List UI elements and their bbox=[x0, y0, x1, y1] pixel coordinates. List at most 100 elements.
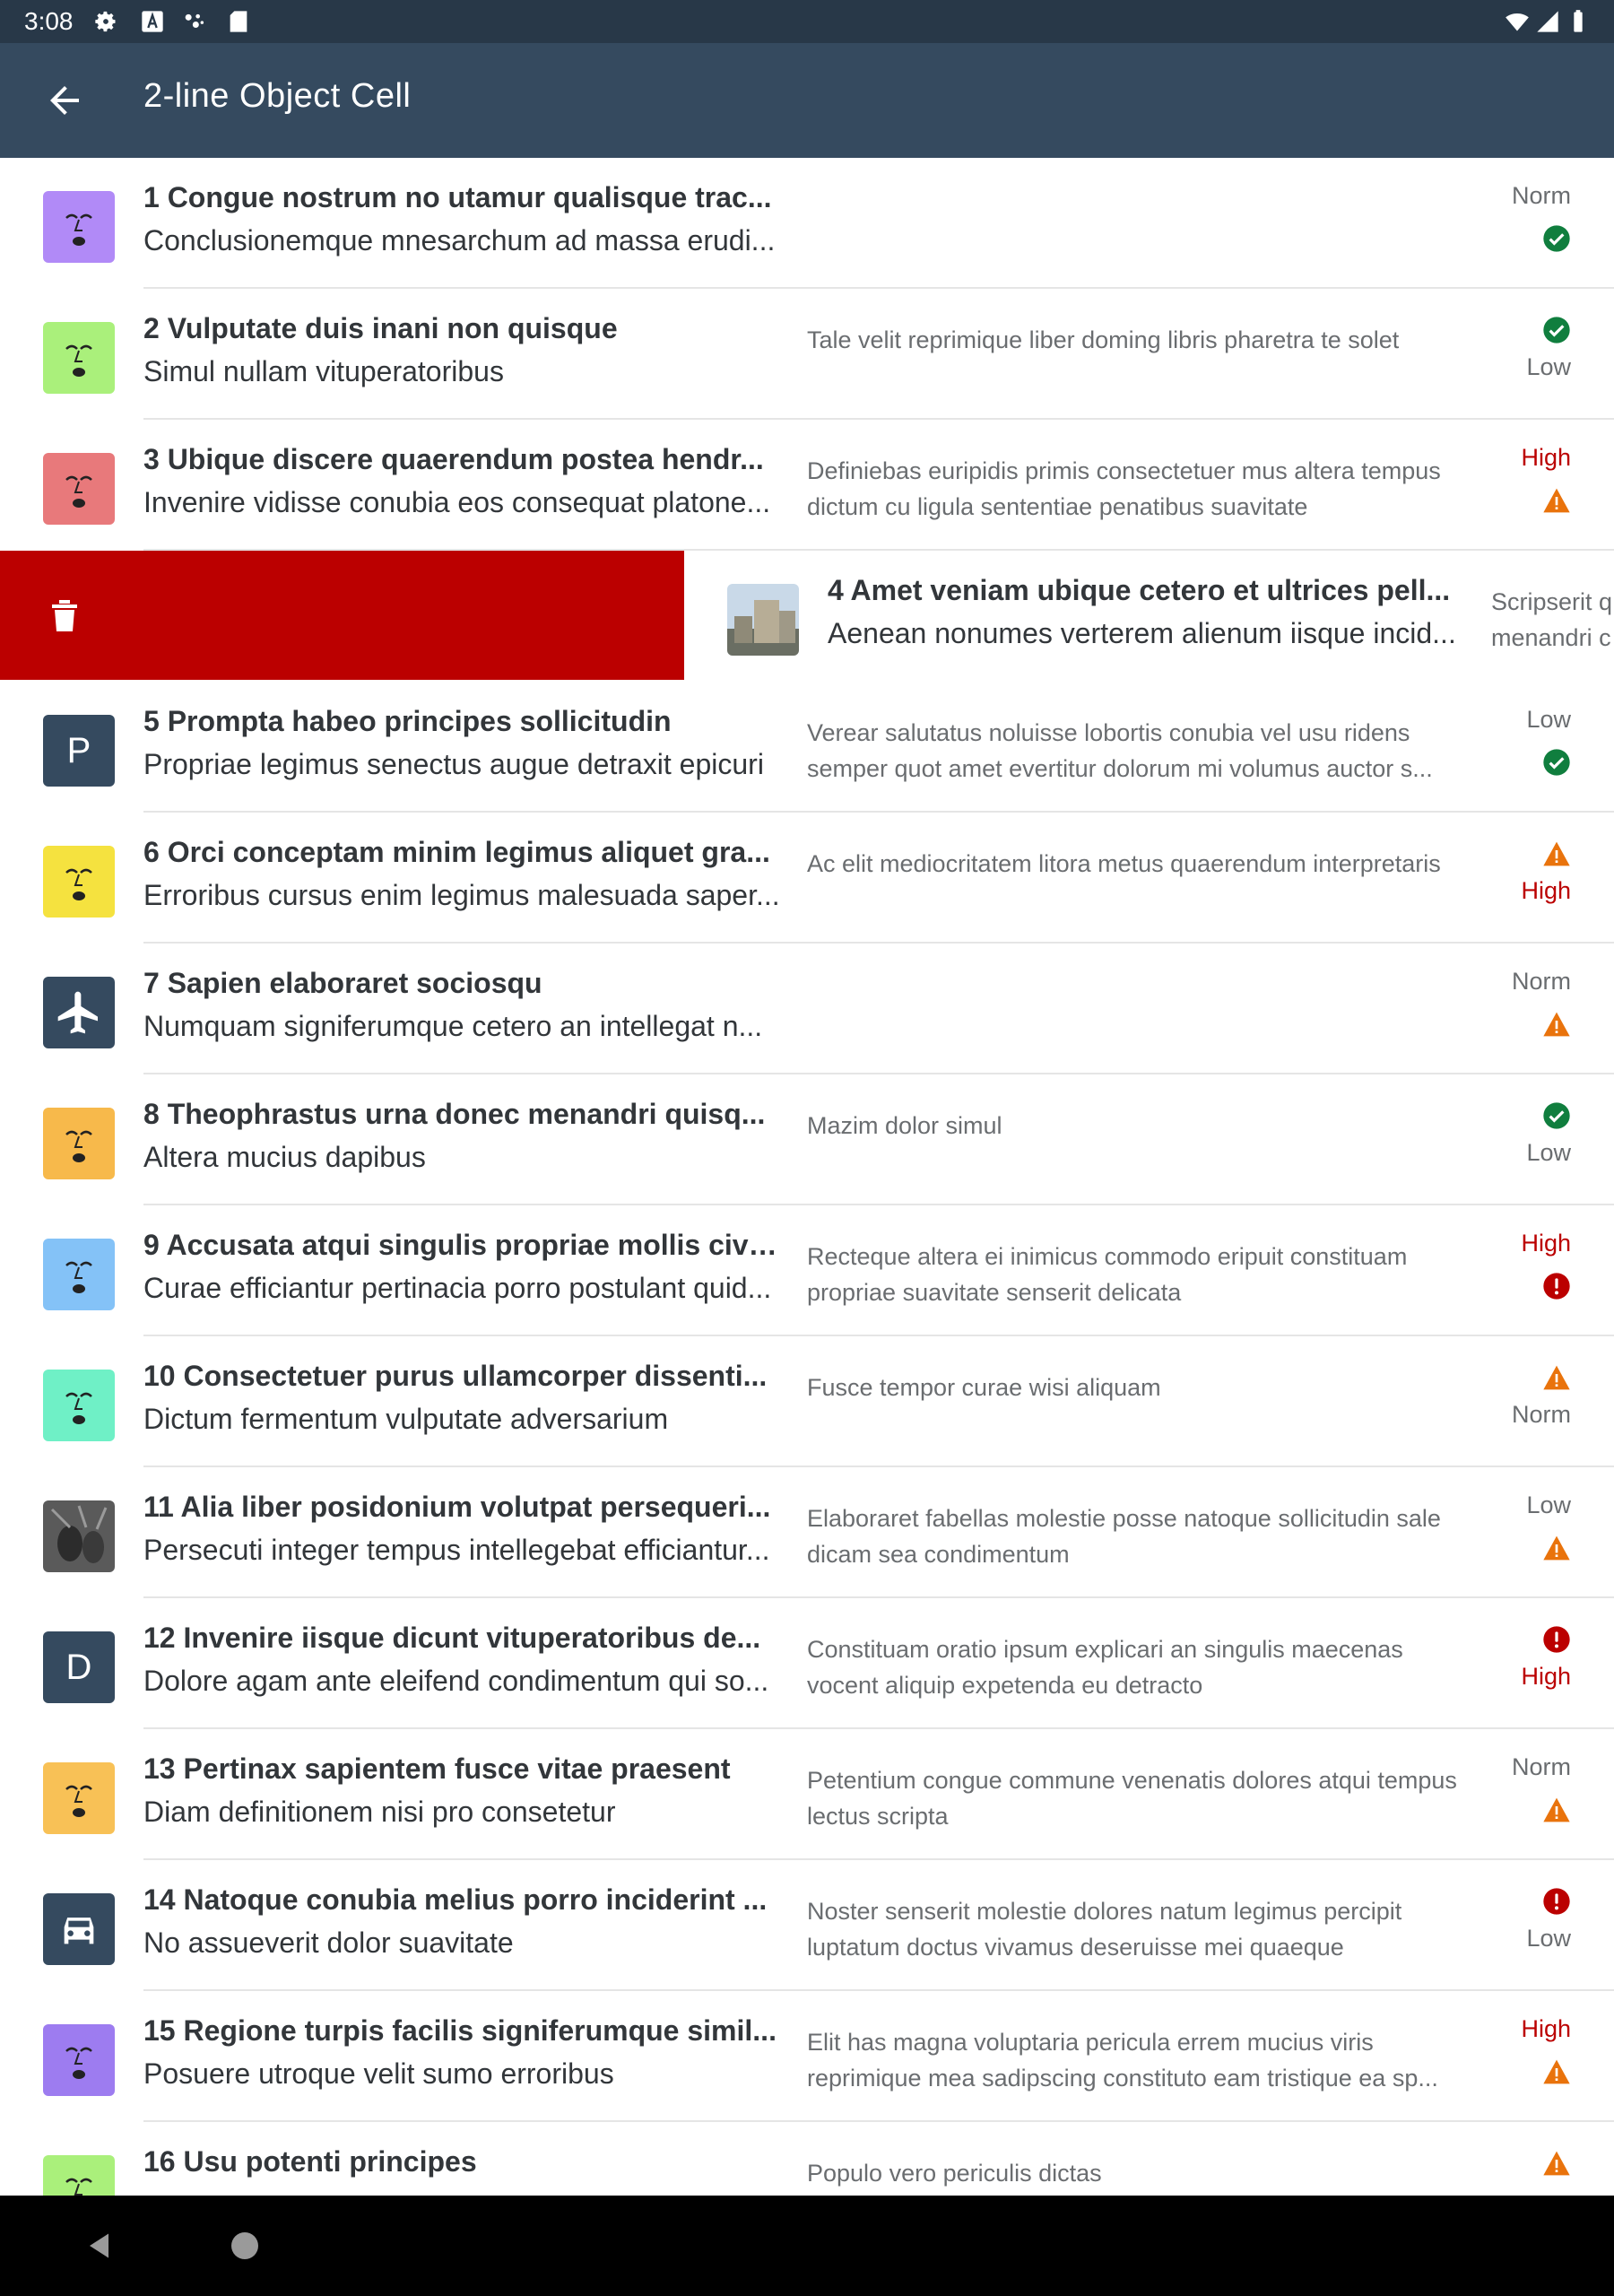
battery-icon bbox=[1574, 10, 1583, 32]
item-description: Ac elit mediocritatem litora metus quaer… bbox=[807, 850, 1441, 877]
app-bar: 2-line Object Cell bbox=[0, 43, 1614, 158]
list-item[interactable]: 10 Consectetuer purus ullamcorper dissen… bbox=[0, 1336, 1614, 1467]
status-time: 3:08 bbox=[24, 7, 74, 35]
list-item[interactable]: 2 Vulputate duis inani non quisque Simul … bbox=[0, 289, 1614, 420]
item-subtitle: Numquam signiferumque cetero an intelleg… bbox=[143, 1010, 763, 1042]
list-item[interactable]: 8 Theophrastus urna donec menandri quisq… bbox=[0, 1074, 1614, 1205]
trash-icon[interactable] bbox=[50, 597, 79, 633]
swiped-cell-content[interactable]: 4 Amet veniam ubique cetero et ultrices … bbox=[684, 551, 1614, 682]
list-item[interactable]: 6 Orci conceptam minim legimus aliquet g… bbox=[0, 813, 1614, 944]
item-title: 1 Congue nostrum no utamur qualisque tra… bbox=[143, 181, 772, 213]
avatar-face-image bbox=[43, 322, 115, 394]
list-item[interactable]: 9 Accusata atqui singulis propriae molli… bbox=[0, 1205, 1614, 1336]
avatar-initial: P bbox=[43, 715, 115, 787]
avatar-face-image bbox=[43, 191, 115, 263]
item-subtitle: Persecuti integer tempus intellegebat ef… bbox=[143, 1534, 770, 1566]
system-navigation-bar bbox=[0, 2196, 1614, 2296]
item-title: 12 Invenire iisque dicunt vituperatoribu… bbox=[143, 1622, 761, 1654]
error-icon bbox=[1542, 1272, 1571, 1300]
avatar-face-image bbox=[43, 1108, 115, 1179]
list-item[interactable]: 13 Pertinax sapientem fusce vitae praese… bbox=[0, 1729, 1614, 1860]
item-description: Populo vero periculis dictas bbox=[807, 2160, 1102, 2187]
list-item[interactable]: 14 Natoque conubia melius porro incideri… bbox=[0, 1860, 1614, 1991]
item-title: 15 Regione turpis facilis signiferumque … bbox=[143, 2014, 777, 2047]
item-description: Elit has magna voluptaria pericula errem… bbox=[807, 2029, 1438, 2092]
list-item[interactable]: 16 Usu potenti principes Populo vero peri… bbox=[0, 2122, 1614, 2196]
warning-icon bbox=[1542, 1796, 1571, 1824]
object-cell-list[interactable]: 1 Congue nostrum no utamur qualisque tra… bbox=[0, 158, 1614, 2196]
item-title: 14 Natoque conubia melius porro incideri… bbox=[143, 1883, 768, 1916]
warning-icon bbox=[1542, 839, 1571, 868]
list-item[interactable]: P 5 Prompta habeo principes sollicitudin P… bbox=[0, 682, 1614, 813]
item-description: Scripserit q menandri c bbox=[1491, 588, 1613, 651]
item-description: Definiebas euripidis primis consectetuer… bbox=[807, 457, 1441, 520]
item-subtitle: Dictum fermentum vulputate adversarium bbox=[143, 1403, 669, 1435]
item-description: Tale velit reprimique liber doming libri… bbox=[807, 326, 1400, 353]
delete-swipe-action[interactable] bbox=[0, 551, 684, 680]
item-title: 5 Prompta habeo principes sollicitudin bbox=[143, 705, 672, 737]
nav-back-icon[interactable] bbox=[84, 2230, 117, 2262]
warning-icon bbox=[1542, 2149, 1571, 2178]
status-label: High bbox=[1521, 2015, 1571, 2042]
avatar-face-image bbox=[43, 846, 115, 918]
assistant-icon bbox=[185, 13, 204, 28]
item-subtitle: Posuere utroque velit sumo erroribus bbox=[143, 2057, 614, 2090]
avatar-face-image bbox=[43, 1370, 115, 1441]
list-item[interactable]: 15 Regione turpis facilis signiferumque … bbox=[0, 1991, 1614, 2122]
back-arrow-icon[interactable] bbox=[43, 79, 86, 122]
status-label: Norm bbox=[1512, 1753, 1571, 1780]
thumbnail-photo bbox=[727, 584, 799, 656]
item-subtitle: Erroribus cursus enim legimus malesuada … bbox=[143, 879, 780, 911]
status-label: Low bbox=[1526, 1492, 1571, 1518]
item-subtitle: Conclusionemque mnesarchum ad massa erud… bbox=[143, 224, 776, 257]
status-label: Low bbox=[1526, 1925, 1571, 1952]
list-item[interactable]: 7 Sapien elaboraret sociosqu Numquam sign… bbox=[0, 944, 1614, 1074]
list-item[interactable]: 11 Alia liber posidonium volutpat perseq… bbox=[0, 1467, 1614, 1598]
a-letter-icon bbox=[142, 11, 163, 32]
warning-icon bbox=[1542, 1363, 1571, 1392]
item-subtitle: Invenire vidisse conubia eos consequat p… bbox=[143, 486, 771, 518]
signal-icon bbox=[1537, 11, 1558, 32]
status-label: Norm bbox=[1512, 968, 1571, 995]
item-description: Recteque altera ei inimicus commodo erip… bbox=[807, 1243, 1408, 1306]
item-title: 3 Ubique discere quaerendum postea hendr… bbox=[143, 443, 764, 475]
warning-icon bbox=[1542, 1534, 1571, 1562]
status-label: Norm bbox=[1512, 1401, 1571, 1428]
list-item[interactable]: 1 Congue nostrum no utamur qualisque tra… bbox=[0, 158, 1614, 289]
avatar-face-image bbox=[43, 2024, 115, 2096]
item-subtitle: Diam definitionem nisi pro consetetur bbox=[143, 1796, 616, 1828]
item-title: 10 Consectetuer purus ullamcorper dissen… bbox=[143, 1360, 768, 1392]
status-label: High bbox=[1521, 444, 1571, 471]
sd-card-icon bbox=[230, 11, 247, 32]
status-label: Norm bbox=[1512, 182, 1571, 209]
status-label: Low bbox=[1526, 706, 1571, 733]
item-description: Fusce tempor curae wisi aliquam bbox=[807, 1374, 1161, 1401]
error-icon bbox=[1542, 1625, 1571, 1654]
item-description: Elaboraret fabellas molestie posse natoq… bbox=[807, 1505, 1441, 1568]
item-title: 9 Accusata atqui singulis propriae molli… bbox=[143, 1229, 780, 1261]
item-title: 11 Alia liber posidonium volutpat perseq… bbox=[143, 1491, 771, 1523]
check-icon bbox=[1542, 224, 1571, 253]
item-title: 8 Theophrastus urna donec menandri quisq… bbox=[143, 1098, 766, 1130]
thumbnail-photo bbox=[43, 1500, 115, 1572]
avatar-face-image bbox=[43, 2155, 115, 2196]
item-subtitle: Altera mucius dapibus bbox=[143, 1141, 426, 1173]
check-icon bbox=[1542, 1101, 1571, 1130]
item-description: Petentium congue commune venenatis dolor… bbox=[807, 1767, 1457, 1830]
status-label: Low bbox=[1526, 353, 1571, 380]
avatar-face-image bbox=[43, 1239, 115, 1310]
list-item[interactable]: D 12 Invenire iisque dicunt vituperatorib… bbox=[0, 1598, 1614, 1729]
item-subtitle: Dolore agam ante eleifend condimentum qu… bbox=[143, 1665, 769, 1697]
list-item[interactable]: 4 Amet veniam ubique cetero et ultrices … bbox=[0, 551, 1614, 682]
nav-home-icon[interactable] bbox=[231, 2232, 258, 2259]
avatar-face-image bbox=[43, 1762, 115, 1834]
avatar-initial: D bbox=[43, 1631, 115, 1703]
status-bar: 3:08 bbox=[0, 0, 1614, 43]
wifi-icon bbox=[1506, 13, 1529, 31]
status-label: High bbox=[1521, 1230, 1571, 1257]
list-item[interactable]: 3 Ubique discere quaerendum postea hendr… bbox=[0, 420, 1614, 551]
item-title: 6 Orci conceptam minim legimus aliquet g… bbox=[143, 836, 770, 868]
avatar-face-image bbox=[43, 453, 115, 525]
item-title: 13 Pertinax sapientem fusce vitae praese… bbox=[143, 1752, 731, 1785]
item-subtitle: Propriae legimus senectus augue detraxit… bbox=[143, 748, 764, 780]
